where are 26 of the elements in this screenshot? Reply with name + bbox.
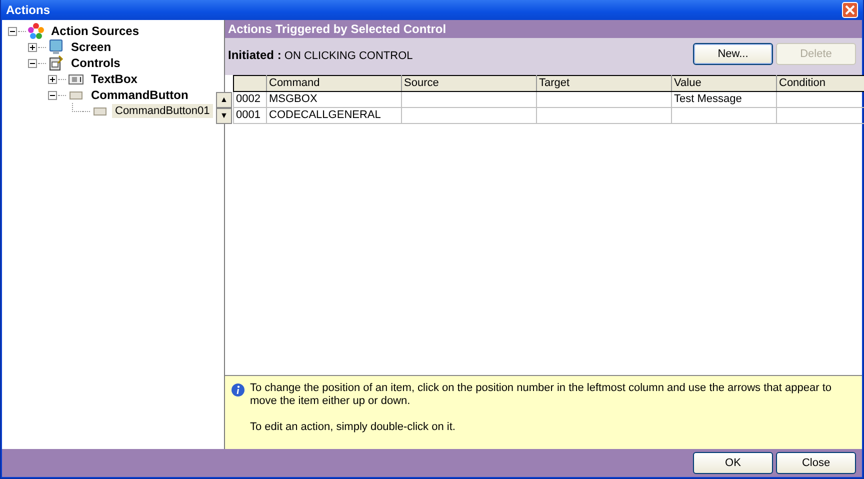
move-button[interactable]: ▼: [216, 108, 232, 124]
column-header[interactable]: Command: [266, 75, 402, 92]
move-button[interactable]: ▲: [216, 92, 232, 108]
tree-item[interactable]: TextBox: [88, 71, 140, 87]
tree-item[interactable]: CommandButton: [88, 87, 192, 103]
tree-item[interactable]: Action Sources: [48, 23, 142, 39]
table-cell: MSGBOX: [266, 91, 402, 108]
table-cell: Test Message: [672, 91, 776, 108]
column-header[interactable]: Source: [402, 75, 536, 92]
action-button[interactable]: New...: [693, 43, 773, 65]
tree-item[interactable]: CommandButton01: [112, 104, 213, 118]
position-cell[interactable]: 0002: [234, 91, 266, 108]
info-text: To change the position of an item, click on the position number in the leftmost column and use the arrows that appear to move the item either up or down.: [250, 382, 833, 408]
column-header[interactable]: Condition: [776, 75, 864, 92]
tree-item[interactable]: Screen: [68, 39, 114, 55]
window-title: Actions: [6, 3, 50, 17]
tree-item[interactable]: Controls: [68, 55, 124, 71]
initiated-text: Initiated : ON CLICKING CONTROL: [228, 48, 413, 62]
dialog-button[interactable]: OK: [693, 452, 773, 474]
info-text: To edit an action, simply double-click on it.: [250, 421, 456, 434]
column-header[interactable]: Target: [536, 75, 672, 92]
table-cell: CODECALLGENERAL: [266, 107, 402, 124]
dialog-button[interactable]: Close: [776, 452, 856, 474]
panel-title: Actions Triggered by Selected Control: [228, 22, 446, 36]
column-header[interactable]: Value: [672, 75, 776, 92]
position-cell[interactable]: 0001: [234, 107, 266, 124]
